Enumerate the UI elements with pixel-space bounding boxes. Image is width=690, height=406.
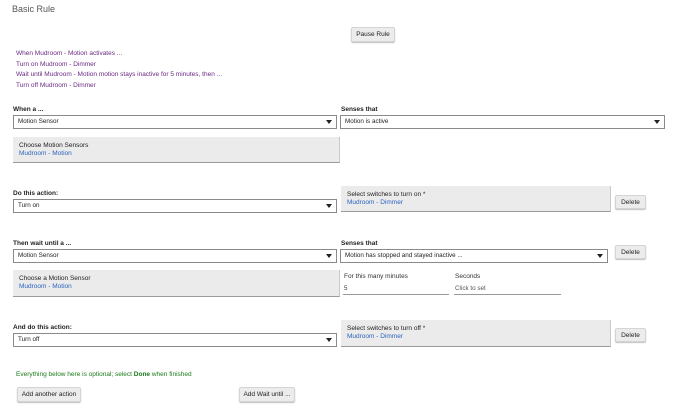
pause-rule-button[interactable]: Pause Rule bbox=[351, 27, 395, 42]
action1-value: Turn on bbox=[18, 202, 40, 209]
wait-device-value: Motion Sensor bbox=[18, 252, 59, 259]
page-title: Basic Rule bbox=[12, 4, 56, 14]
optional-prefix: Everything below here is optional; selec… bbox=[16, 371, 134, 378]
switches-on-panel[interactable]: Select switches to turn on * Mudroom - D… bbox=[341, 186, 611, 212]
seconds-input[interactable]: Click to set bbox=[454, 283, 561, 295]
wait-senses-label: Senses that bbox=[341, 240, 378, 247]
switches-on-title: Select switches to turn on * bbox=[347, 191, 426, 198]
optional-done: Done bbox=[133, 371, 151, 378]
chevron-down-icon bbox=[326, 120, 332, 124]
wait-chooser-title: Choose a Motion Sensor bbox=[19, 275, 91, 282]
seconds-label: Seconds bbox=[455, 273, 481, 280]
minutes-input[interactable]: 5 bbox=[343, 283, 449, 295]
summary-line: When Mudroom - Motion activates ... bbox=[16, 50, 123, 57]
chooser-title: Choose Motion Sensors bbox=[19, 142, 89, 149]
chooser-value: Mudroom - Motion bbox=[19, 150, 72, 157]
add-wait-until-button[interactable]: Add Wait until ... bbox=[239, 387, 295, 402]
minutes-label: For this many minutes bbox=[344, 273, 408, 280]
choose-motion-sensors-panel[interactable]: Choose Motion Sensors Mudroom - Motion bbox=[13, 137, 340, 163]
switches-off-panel[interactable]: Select switches to turn off * Mudroom - … bbox=[341, 320, 611, 347]
summary-line: Wait until Mudroom - Motion motion stays… bbox=[16, 71, 223, 78]
delete-wait-button[interactable]: Delete bbox=[615, 245, 646, 259]
trigger-label: When a ... bbox=[13, 106, 44, 113]
wait-senses-value: Motion has stopped and stayed inactive .… bbox=[345, 252, 463, 259]
wait-senses-select[interactable]: Motion has stopped and stayed inactive .… bbox=[340, 249, 608, 263]
action1-select[interactable]: Turn on bbox=[13, 199, 337, 213]
wait-device-select[interactable]: Motion Sensor bbox=[13, 249, 337, 263]
summary-line: Turn on Mudroom - Dimmer bbox=[16, 60, 96, 68]
wait-chooser-value: Mudroom - Motion bbox=[19, 283, 72, 290]
trigger-senses-label: Senses that bbox=[341, 106, 378, 113]
chevron-down-icon bbox=[654, 120, 660, 124]
action2-label: And do this action: bbox=[13, 324, 72, 331]
chevron-down-icon bbox=[597, 254, 603, 258]
optional-suffix: when finished bbox=[150, 371, 192, 378]
switches-off-title: Select switches to turn off * bbox=[347, 325, 426, 332]
rule-summary: When Mudroom - Motion activates ... Turn… bbox=[16, 49, 222, 91]
switches-on-value: Mudroom - Dimmer bbox=[347, 199, 403, 206]
action1-label: Do this action: bbox=[13, 190, 59, 197]
trigger-senses-select[interactable]: Motion is active bbox=[340, 115, 665, 129]
wait-label: Then wait until a ... bbox=[13, 240, 72, 247]
choose-motion-sensor-panel[interactable]: Choose a Motion Sensor Mudroom - Motion bbox=[13, 270, 340, 297]
chevron-down-icon bbox=[326, 254, 332, 258]
action2-value: Turn off bbox=[18, 336, 40, 343]
trigger-device-select[interactable]: Motion Sensor bbox=[13, 115, 337, 129]
delete-action2-button[interactable]: Delete bbox=[615, 328, 646, 342]
add-another-action-button[interactable]: Add another action bbox=[17, 387, 81, 402]
trigger-device-value: Motion Sensor bbox=[18, 118, 59, 125]
optional-hint: Everything below here is optional; selec… bbox=[16, 371, 192, 378]
chevron-down-icon bbox=[326, 338, 332, 342]
action2-select[interactable]: Turn off bbox=[13, 333, 337, 347]
trigger-senses-value: Motion is active bbox=[345, 118, 389, 125]
summary-line: Turn off Mudroom - Dimmer bbox=[16, 81, 96, 89]
chevron-down-icon bbox=[326, 204, 332, 208]
switches-off-value: Mudroom - Dimmer bbox=[347, 333, 403, 340]
delete-action1-button[interactable]: Delete bbox=[615, 195, 646, 209]
